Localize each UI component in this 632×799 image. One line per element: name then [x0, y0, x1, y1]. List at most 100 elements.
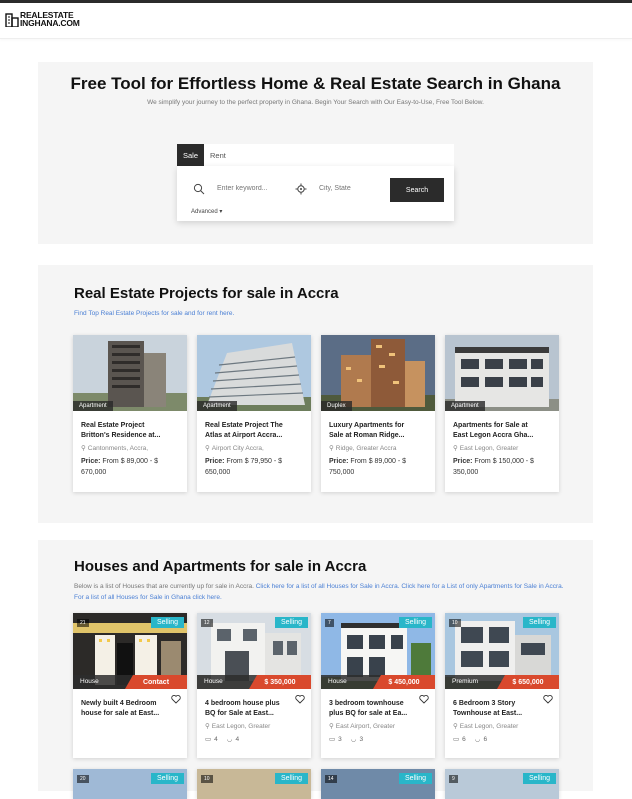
title-line: 4 bedroom house plus: [205, 700, 280, 707]
favorite-heart-icon[interactable]: [295, 694, 305, 704]
project-title[interactable]: Real Estate Project Britton's Residence a…: [73, 421, 187, 441]
hero-panel: Free Tool for Effortless Home & Real Est…: [38, 62, 593, 244]
advanced-search-toggle[interactable]: Advanced ▾: [191, 208, 222, 215]
projects-title: Real Estate Projects for sale in Accra: [74, 285, 339, 302]
title-line: Townhouse at East...: [453, 710, 523, 717]
search-tabs: Sale Rent: [177, 144, 454, 166]
selling-badge: Selling: [522, 773, 556, 784]
location-text: East Legon, Greater: [211, 722, 271, 730]
project-title[interactable]: Apartments for Sale at East Legon Accra G…: [445, 421, 559, 441]
house-image: 20 Selling: [73, 769, 187, 799]
title-line: Atlas at Airport Accra...: [205, 432, 283, 439]
house-card[interactable]: 9 Selling: [445, 769, 559, 799]
house-amenities: ▭ 3 ◡ 3: [321, 735, 435, 744]
tab-rent[interactable]: Rent: [204, 144, 232, 166]
location-text: East Airport, Greater: [335, 722, 396, 730]
site-logo[interactable]: REALESTATE INGHANA.COM: [5, 11, 80, 27]
house-image: 7 Selling House $ 450,000: [321, 613, 435, 689]
house-title[interactable]: Newly built 4 Bedroom house for sale at E…: [73, 699, 187, 719]
title-line: BQ for Sale at East...: [205, 710, 274, 717]
favorite-heart-icon[interactable]: [171, 694, 181, 704]
tab-sale[interactable]: Sale: [177, 144, 205, 166]
bed-icon: ▭: [205, 736, 212, 743]
price-label: Price:: [205, 458, 225, 465]
map-pin-icon: ⚲: [453, 445, 458, 452]
house-image: 14 Selling: [321, 769, 435, 799]
location-text: East Legon, Greater: [459, 444, 519, 452]
project-image: Apartment: [73, 335, 187, 411]
link-houses-ghana[interactable]: For a list of all Houses for Sale in Gha…: [74, 594, 222, 601]
selling-badge: Selling: [150, 617, 184, 628]
selling-badge: Selling: [398, 617, 432, 628]
houses-intro: Below is a list of Houses that are curre…: [74, 581, 564, 603]
price-range: From $ 150,000 - $: [474, 458, 534, 465]
location-input[interactable]: [319, 181, 385, 195]
house-card[interactable]: 21 Selling House Contact Newly built 4 B…: [73, 613, 187, 758]
house-price-tag[interactable]: Contact: [125, 675, 187, 689]
projects-section: Real Estate Projects for sale in Accra F…: [38, 265, 593, 523]
selling-badge: Selling: [150, 773, 184, 784]
title-line: Britton's Residence at...: [81, 432, 161, 439]
house-card[interactable]: 10 Selling Premium $ 650,000 6 Bedroom 3…: [445, 613, 559, 758]
house-title[interactable]: 4 bedroom house plus BQ for Sale at East.…: [197, 699, 311, 719]
project-card[interactable]: Apartment Real Estate Project Britton's R…: [73, 335, 187, 492]
house-image: 10 Selling: [197, 769, 311, 799]
house-title[interactable]: 6 Bedroom 3 Story Townhouse at East...: [445, 699, 559, 719]
title-line: 6 Bedroom 3 Story: [453, 700, 516, 707]
location-text: East Legon, Greater: [459, 722, 519, 730]
house-type-label: House: [73, 675, 133, 689]
building-photo-2: [197, 335, 311, 411]
house-amenities: ▭ 6 ◡ 6: [445, 735, 559, 744]
bath-count: 6: [483, 735, 488, 743]
bath-icon: ◡: [226, 736, 233, 743]
link-apartments-accra[interactable]: only Apartments for Sale in Accra.: [466, 583, 564, 590]
bed-count: 3: [338, 735, 342, 743]
favorite-heart-icon[interactable]: [543, 694, 553, 704]
price-label: Price:: [81, 458, 101, 465]
projects-subtitle[interactable]: Find Top Real Estate Projects for sale a…: [74, 308, 234, 319]
house-type-label: House: [321, 675, 381, 689]
project-card[interactable]: Duplex Luxury Apartments for Sale at Roma…: [321, 335, 435, 492]
photo-count-badge: 12: [201, 619, 213, 627]
house-card[interactable]: 14 Selling: [321, 769, 435, 799]
type-price-bar: House Contact: [73, 675, 187, 689]
intro-text: Below is a list of Houses that are curre…: [74, 583, 254, 590]
project-price: Price: From $ 150,000 - $ 350,000: [445, 456, 559, 478]
house-amenities: ▭ 4 ◡ 4: [197, 735, 311, 744]
keyword-input[interactable]: [217, 181, 287, 195]
house-card[interactable]: 10 Selling: [197, 769, 311, 799]
property-type-tag: Apartment: [445, 401, 485, 411]
project-card[interactable]: Apartment Real Estate Project The Atlas a…: [197, 335, 311, 492]
house-card[interactable]: 7 Selling House $ 450,000 3 bedroom town…: [321, 613, 435, 758]
price-range: From $ 79,950 - $: [226, 458, 283, 465]
selling-badge: Selling: [274, 617, 308, 628]
property-type-tag: Apartment: [73, 401, 113, 411]
link-houses-accra[interactable]: Click here for a list of all Houses for …: [256, 583, 400, 590]
project-image: Duplex: [321, 335, 435, 411]
title-line: plus BQ for sale at Ea...: [329, 710, 408, 717]
house-card[interactable]: 20 Selling: [73, 769, 187, 799]
house-type-label: House: [197, 675, 257, 689]
project-card[interactable]: Apartment Apartments for Sale at East Leg…: [445, 335, 559, 492]
search-button[interactable]: Search: [390, 178, 444, 202]
project-location: ⚲ East Legon, Greater: [445, 444, 559, 453]
title-line: East Legon Accra Gha...: [453, 432, 534, 439]
favorite-heart-icon[interactable]: [419, 694, 429, 704]
link-apartments-prefix[interactable]: Click here for a List of: [401, 583, 464, 590]
bed-count: 4: [214, 735, 218, 743]
house-card[interactable]: 12 Selling House $ 350,000 4 bedroom hou…: [197, 613, 311, 758]
photo-count-badge: 20: [77, 775, 89, 783]
house-image: 21 Selling House Contact: [73, 613, 187, 689]
bath-count: 3: [359, 735, 364, 743]
title-line: Real Estate Project The: [205, 422, 283, 429]
photo-count-badge: 10: [449, 619, 461, 627]
house-title[interactable]: 3 bedroom townhouse plus BQ for sale at E…: [321, 699, 435, 719]
bed-count: 6: [462, 735, 466, 743]
building-photo-1: [73, 335, 187, 411]
project-title[interactable]: Luxury Apartments for Sale at Roman Ridge…: [321, 421, 435, 441]
location-text: Airport City Accra,: [211, 444, 264, 452]
project-title[interactable]: Real Estate Project The Atlas at Airport …: [197, 421, 311, 441]
map-pin-icon: ⚲: [205, 445, 210, 452]
project-location: ⚲ Airport City Accra,: [197, 444, 311, 453]
title-line: house for sale at East...: [81, 710, 160, 717]
